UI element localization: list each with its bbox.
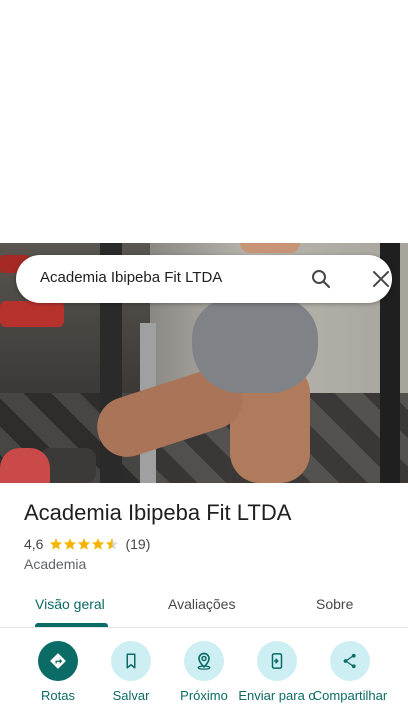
- share-icon[interactable]: [330, 641, 370, 681]
- star-icon: [78, 538, 91, 550]
- search-query[interactable]: Academia Ibipeba Fit LTDA: [40, 269, 222, 286]
- directions-button[interactable]: Rotas: [18, 641, 98, 703]
- nearby-label: Próximo: [180, 688, 228, 703]
- tab-about[interactable]: Sobre: [316, 596, 353, 612]
- send-to-phone-icon[interactable]: [257, 641, 297, 681]
- send-to-phone-button[interactable]: Enviar para o: [237, 641, 317, 703]
- place-tabs: Visão geral Avaliações Sobre: [0, 588, 408, 628]
- star-icon: [64, 538, 77, 550]
- photo-bench: [0, 301, 64, 327]
- photo-person: [240, 243, 300, 253]
- search-bar[interactable]: Academia Ibipeba Fit LTDA: [16, 255, 392, 303]
- map-area-blank: [0, 0, 408, 243]
- action-bar: Rotas Salvar Próximo Enviar para o Compa…: [0, 641, 408, 726]
- star-half-icon: [106, 538, 119, 550]
- place-category[interactable]: Academia: [24, 556, 86, 572]
- close-icon[interactable]: [369, 267, 393, 291]
- share-button[interactable]: Compartilhar: [310, 641, 390, 703]
- search-icon[interactable]: [309, 267, 333, 291]
- tab-indicator: [35, 623, 108, 627]
- share-label: Compartilhar: [312, 688, 388, 703]
- star-icon: [50, 538, 63, 550]
- rating-stars: [49, 537, 119, 551]
- nearby-icon[interactable]: [184, 641, 224, 681]
- photo-person: [192, 298, 318, 393]
- save-label: Salvar: [112, 688, 150, 703]
- bookmark-icon[interactable]: [111, 641, 151, 681]
- directions-label: Rotas: [41, 688, 75, 703]
- save-button[interactable]: Salvar: [91, 641, 171, 703]
- place-title: Academia Ibipeba Fit LTDA: [24, 500, 292, 525]
- directions-icon[interactable]: [38, 641, 78, 681]
- send-to-phone-label: Enviar para o: [238, 688, 316, 703]
- photo-bench: [0, 448, 50, 483]
- rating-row[interactable]: 4,6 (19): [24, 536, 150, 552]
- tab-overview[interactable]: Visão geral: [35, 596, 105, 612]
- nearby-button[interactable]: Próximo: [164, 641, 244, 703]
- star-icon: [92, 538, 105, 550]
- rating-value: 4,6: [24, 536, 44, 552]
- review-count[interactable]: (19): [125, 536, 150, 552]
- tab-reviews[interactable]: Avaliações: [168, 596, 235, 612]
